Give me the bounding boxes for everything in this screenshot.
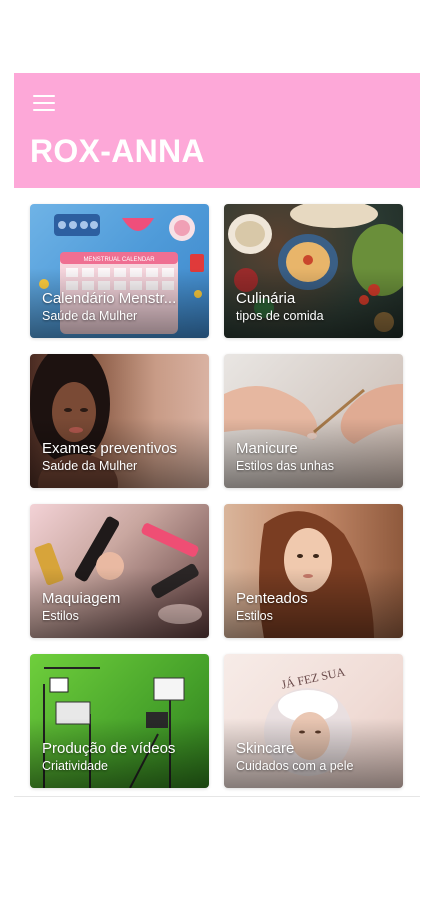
card-title: Calendário Menstr... xyxy=(42,290,177,307)
card-maquiagem[interactable]: Maquiagem Estilos xyxy=(30,504,209,638)
card-title: Produção de vídeos xyxy=(42,740,176,757)
card-title: Manicure xyxy=(236,440,298,457)
card-exames-preventivos[interactable]: Exames preventivos Saúde da Mulher xyxy=(30,354,209,488)
card-subtitle: Criatividade xyxy=(42,759,109,773)
card-subtitle: Estilos xyxy=(42,609,79,623)
bottom-divider xyxy=(14,796,420,797)
card-subtitle: Saúde da Mulher xyxy=(42,459,138,473)
card-subtitle: Estilos xyxy=(236,609,273,623)
card-subtitle: Cuidados com a pele xyxy=(236,759,354,773)
card-calendario[interactable]: MENSTRUAL CALENDAR Calendário Menstr... … xyxy=(30,204,209,338)
card-culinaria[interactable]: Culinária tipos de comida xyxy=(224,204,403,338)
card-title: Culinária xyxy=(236,290,296,307)
card-subtitle: tipos de comida xyxy=(236,309,324,323)
card-title: Exames preventivos xyxy=(42,440,178,457)
card-subtitle: Estilos das unhas xyxy=(236,459,334,473)
card-producao-videos[interactable]: Produção de vídeos Criatividade xyxy=(30,654,209,788)
card-manicure[interactable]: Manicure Estilos das unhas xyxy=(224,354,403,488)
card-skincare[interactable]: JÁ FEZ SUA Skincare Cuidados com a pele xyxy=(224,654,403,788)
card-subtitle: Saúde da Mulher xyxy=(42,309,138,323)
card-penteados[interactable]: Penteados Estilos xyxy=(224,504,403,638)
card-title: Penteados xyxy=(236,590,308,607)
card-title: Maquiagem xyxy=(42,590,121,607)
card-title: Skincare xyxy=(236,740,295,757)
svg-text:JÁ FEZ SUA: JÁ FEZ SUA xyxy=(280,664,346,691)
svg-text:MENSTRUAL CALENDAR: MENSTRUAL CALENDAR xyxy=(83,257,155,263)
category-grid: MENSTRUAL CALENDAR Calendário Menstr... … xyxy=(0,0,439,900)
